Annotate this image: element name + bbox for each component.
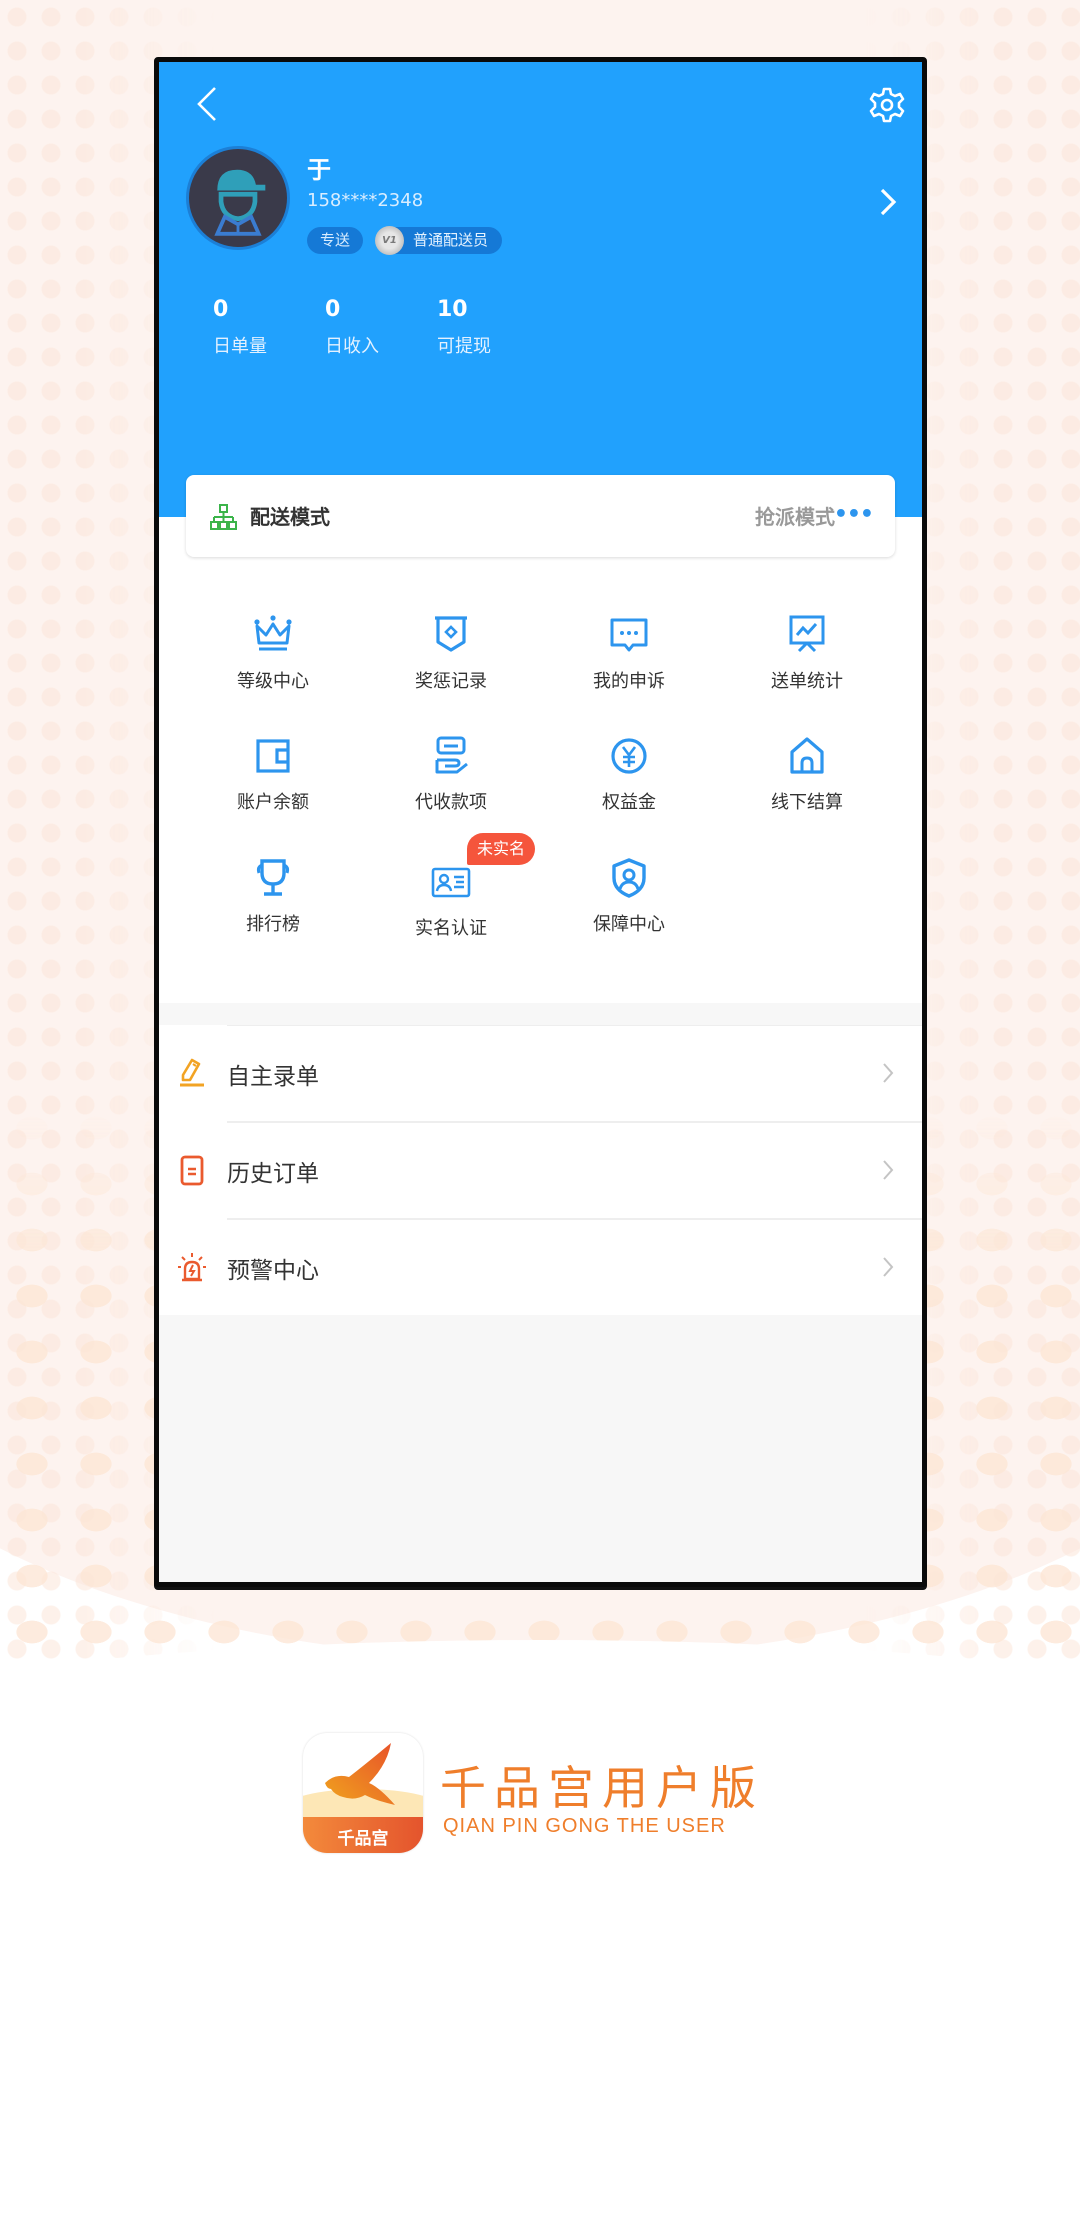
bird-icon (325, 1743, 395, 1805)
app-logo: 千品宫 (303, 1733, 423, 1853)
chevron-right-icon[interactable] (877, 186, 899, 218)
stat-label: 日单量 (213, 336, 267, 357)
grid-item-level-center[interactable]: 等级中心 (203, 613, 343, 693)
stat-daily-income[interactable]: 0 日收入 (325, 296, 379, 358)
grid-item-my-appeals[interactable]: 我的申诉 (559, 613, 699, 693)
crown-icon (254, 615, 292, 651)
grid-item-leaderboard[interactable]: 排行榜 (203, 856, 343, 936)
courier-level-label: 普通配送员 (413, 231, 489, 249)
document-icon (180, 1155, 204, 1186)
id-card-icon (431, 867, 471, 898)
delivery-mode-card[interactable]: 配送模式 抢派模式 ••• (186, 475, 895, 557)
stat-label: 日收入 (325, 336, 379, 357)
delivery-mode-value[interactable]: 抢派模式 (755, 501, 835, 530)
grid-item-label: 我的申诉 (593, 671, 665, 692)
grid-item-label: 送单统计 (771, 671, 843, 692)
pencil-icon (180, 1058, 204, 1087)
stat-value: 10 (437, 297, 468, 322)
list-item-manual-order[interactable]: 自主录单 (180, 1025, 922, 1121)
grid-item-label: 排行榜 (246, 914, 300, 935)
grid-item-offline-settlement[interactable]: 线下结算 (737, 734, 877, 814)
grid-item-label: 实名认证 (415, 918, 487, 939)
list-item-label: 历史订单 (227, 1161, 319, 1187)
stat-withdrawable[interactable]: 10 可提现 (437, 296, 491, 358)
chevron-right-icon (883, 1160, 894, 1180)
courier-level-tag: V1 普通配送员 (375, 226, 503, 255)
grid-item-label: 代收款项 (415, 792, 487, 813)
stat-label: 可提现 (437, 336, 491, 357)
menu-list: 自主录单 历史订单 预警中心 (159, 1025, 922, 1315)
stat-value: 0 (213, 297, 229, 322)
house-icon (790, 737, 824, 774)
delivery-type-tag: 专送 (307, 227, 364, 254)
shield-user-icon (612, 858, 646, 898)
courier-avatar-icon (214, 169, 266, 236)
grid-item-label: 线下结算 (771, 792, 843, 813)
delivery-mode-title: 配送模式 (250, 505, 330, 529)
list-item-order-history[interactable]: 历史订单 (180, 1121, 922, 1218)
profile-header: 于 158****2348 专送 V1 普通配送员 0 日单量 0 日收入 10… (159, 62, 922, 517)
list-item-alert-center[interactable]: 预警中心 (178, 1218, 922, 1315)
user-phone: 158****2348 (307, 190, 424, 211)
pennant-icon (435, 616, 467, 652)
level-medal-icon: V1 (375, 226, 404, 255)
trophy-icon (256, 859, 290, 896)
chat-bubble-icon (610, 618, 648, 652)
hand-money-icon (435, 736, 468, 774)
stat-value: 0 (325, 297, 341, 322)
wallet-icon (256, 739, 290, 773)
grid-item-collected-payments[interactable]: 代收款项 (381, 734, 521, 814)
org-chart-icon (210, 504, 237, 530)
grid-item-equity-fund[interactable]: 权益金 (559, 734, 699, 814)
grid-item-real-name-auth[interactable]: 实名认证 未实名 (381, 833, 536, 940)
unverified-badge: 未实名 (467, 833, 536, 865)
brand-subtitle: QIAN PIN GONG THE USER (443, 1815, 726, 1837)
grid-item-account-balance[interactable]: 账户余额 (203, 734, 343, 814)
grid-item-label: 奖惩记录 (415, 671, 487, 692)
list-item-label: 自主录单 (227, 1064, 319, 1090)
phone-screen: 于 158****2348 专送 V1 普通配送员 0 日单量 0 日收入 10… (154, 57, 927, 1587)
grid-item-label: 保障中心 (593, 914, 665, 935)
chevron-right-icon (883, 1063, 894, 1083)
grid-item-label: 权益金 (602, 792, 656, 813)
gear-icon[interactable] (868, 86, 906, 124)
brand-title: 千品宫用户版 (440, 1761, 764, 1815)
grid-item-label: 等级中心 (237, 671, 309, 692)
grid-item-rewards-penalties[interactable]: 奖惩记录 (381, 613, 521, 693)
alarm-icon (178, 1253, 206, 1282)
avatar[interactable] (186, 146, 290, 250)
user-name: 于 (307, 156, 331, 184)
stat-daily-orders[interactable]: 0 日单量 (213, 296, 267, 358)
back-icon[interactable] (193, 84, 223, 124)
background-bottom (0, 1640, 1080, 2240)
chart-board-icon (789, 615, 825, 653)
chevron-right-icon (883, 1257, 894, 1277)
list-item-label: 预警中心 (227, 1258, 319, 1284)
grid-item-delivery-stats[interactable]: 送单统计 (737, 613, 877, 693)
more-icon[interactable]: ••• (834, 504, 874, 526)
grid-item-label: 账户余额 (237, 792, 309, 813)
yuan-coin-icon (611, 738, 647, 774)
logo-text: 千品宫 (337, 1829, 389, 1849)
grid-item-protection-center[interactable]: 保障中心 (559, 856, 699, 936)
